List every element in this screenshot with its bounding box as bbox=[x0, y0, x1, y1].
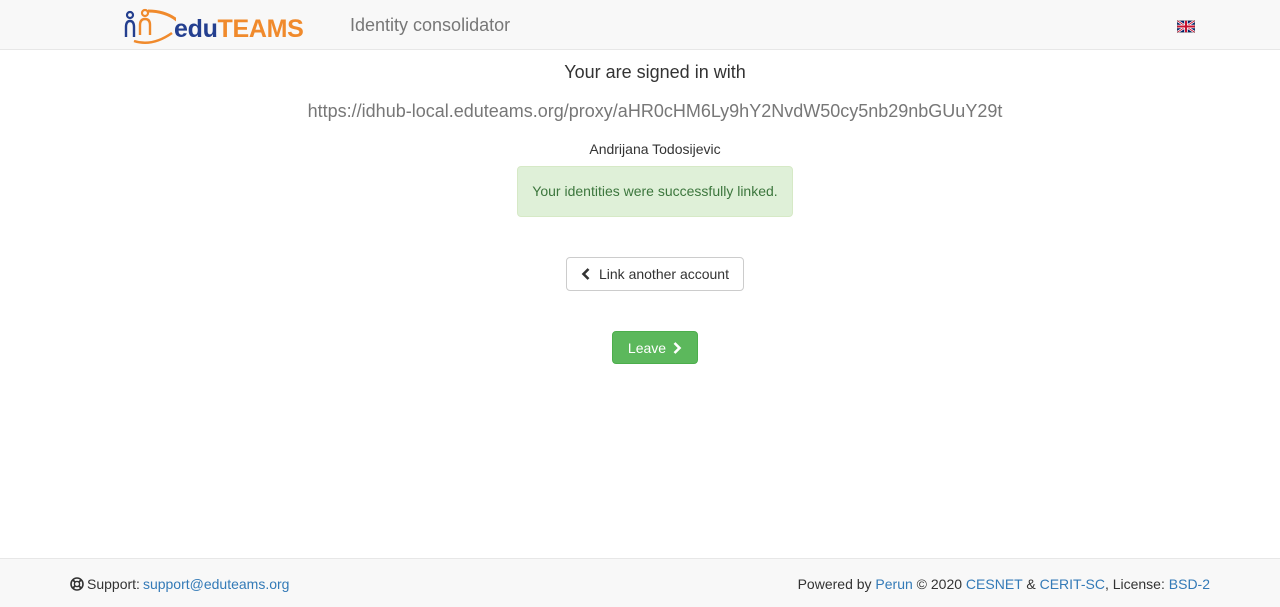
uk-flag-icon[interactable] bbox=[1177, 20, 1195, 33]
signed-in-heading: Your are signed in with bbox=[564, 62, 746, 82]
lifebuoy-icon bbox=[70, 577, 84, 591]
cesnet-link[interactable]: CESNET bbox=[966, 576, 1023, 592]
logo-text: eduTEAMS bbox=[174, 15, 304, 43]
leave-button[interactable]: Leave bbox=[612, 331, 698, 364]
navbar: eduTEAMS Identity consolidator bbox=[0, 0, 1280, 50]
eduteams-logo[interactable]: eduTEAMS bbox=[124, 7, 304, 45]
cerit-sc-link[interactable]: CERIT-SC bbox=[1040, 576, 1105, 592]
proxy-url: https://idhub-local.eduteams.org/proxy/a… bbox=[307, 101, 1003, 121]
footer: Support: support@eduteams.org Powered by… bbox=[0, 558, 1280, 607]
license-label: , License: bbox=[1104, 576, 1165, 592]
support-email-link[interactable]: support@eduteams.org bbox=[143, 576, 290, 592]
copyright-text: © 2020 bbox=[916, 576, 963, 592]
people-logo-icon bbox=[124, 8, 176, 44]
support-label: Support: bbox=[87, 576, 140, 592]
support-info: Support: support@eduteams.org bbox=[70, 576, 289, 592]
powered-by: Powered by Perun © 2020 CESNET & CERIT-S… bbox=[798, 576, 1210, 592]
chevron-right-icon bbox=[673, 341, 682, 354]
user-name: Andrijana Todosijevic bbox=[589, 141, 721, 157]
link-another-account-label: Link another account bbox=[599, 266, 729, 282]
page-title: Identity consolidator bbox=[350, 15, 511, 35]
ampersand: & bbox=[1026, 576, 1036, 592]
perun-link[interactable]: Perun bbox=[875, 576, 912, 592]
chevron-left-icon bbox=[581, 268, 590, 280]
link-another-account-button[interactable]: Link another account bbox=[566, 257, 744, 291]
powered-by-label: Powered by bbox=[797, 576, 872, 592]
leave-label: Leave bbox=[627, 339, 667, 356]
success-alert: Your identities were successfully linked… bbox=[517, 166, 793, 217]
license-link[interactable]: BSD-2 bbox=[1169, 576, 1210, 592]
